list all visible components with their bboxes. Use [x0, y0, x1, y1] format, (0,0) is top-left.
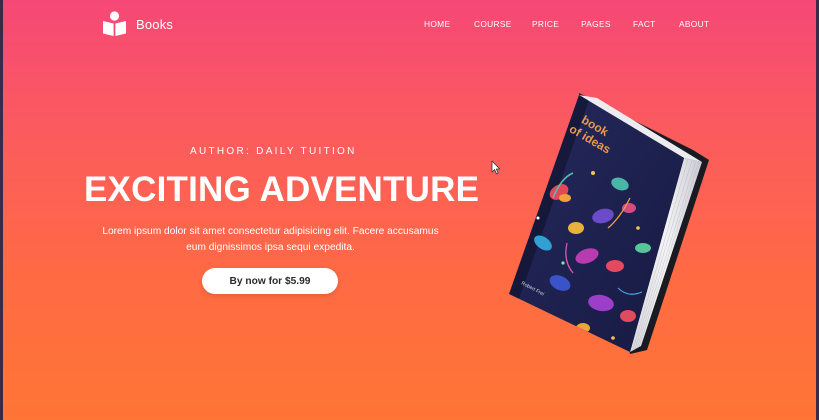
- nav-item-home[interactable]: HOME: [424, 19, 450, 29]
- hero-title: EXCITING ADVENTURE: [84, 170, 480, 209]
- brand-name: Books: [136, 16, 174, 32]
- book-cover-image: book of ideas Robert Frei: [509, 93, 709, 354]
- mouse-cursor-icon: [491, 160, 501, 175]
- landing-page: Books HOME COURSE PRICE PAGES FACT ABOUT…: [0, 0, 819, 420]
- buy-button[interactable]: By now for $5.99: [202, 268, 338, 294]
- open-book-reader-icon: [103, 11, 126, 36]
- nav-item-price[interactable]: PRICE: [532, 19, 559, 29]
- nav-item-course[interactable]: COURSE: [474, 19, 512, 29]
- hero-description: Lorem ipsum dolor sit amet consectetur a…: [102, 226, 439, 253]
- brand-logo[interactable]: Books: [102, 11, 173, 37]
- author-label: AUTHOR: DAILY TUITION: [190, 146, 357, 157]
- nav-item-pages[interactable]: PAGES: [581, 19, 611, 29]
- nav-item-fact[interactable]: FACT: [633, 19, 656, 29]
- nav-item-about[interactable]: ABOUT: [679, 19, 709, 29]
